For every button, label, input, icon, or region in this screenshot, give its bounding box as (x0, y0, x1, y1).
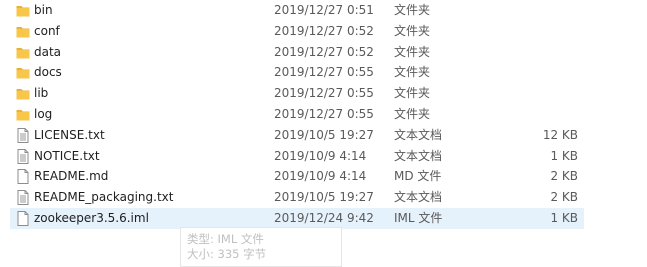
folder-icon (16, 86, 30, 101)
tooltip-type: 类型: IML 文件 (187, 232, 264, 246)
file-modified-date: 2019/10/5 19:27 (274, 127, 374, 142)
file-modified-date: 2019/12/27 0:55 (274, 65, 374, 80)
file-type: 文本文档 (394, 190, 443, 205)
file-name: README_packaging.txt (34, 190, 174, 205)
file-type: 文件夹 (394, 107, 431, 121)
text-document-icon (16, 148, 30, 164)
file-row[interactable]: README_packaging.txt 2019/10/5 19:27 文本文档 2… (10, 187, 584, 208)
file-name: NOTICE.txt (34, 148, 100, 163)
file-name: log (34, 107, 53, 121)
file-row[interactable]: README.md 2019/10/9 4:14 MD 文件 2 KB (10, 166, 584, 187)
file-type: 文件夹 (394, 3, 431, 17)
file-name: README.md (34, 169, 109, 184)
file-row[interactable]: LICENSE.txt 2019/10/5 19:27 文本文档 12 KB (10, 125, 584, 146)
file-icon (16, 211, 30, 226)
file-name: conf (34, 23, 60, 38)
file-size: 2 KB (550, 169, 578, 184)
file-name: zookeeper3.5.6.iml (34, 211, 149, 225)
file-row[interactable]: log 2019/12/27 0:55 文件夹 (10, 104, 584, 125)
folder-icon (16, 65, 30, 80)
file-type: MD 文件 (394, 169, 442, 184)
file-type: 文件夹 (394, 86, 431, 101)
file-row[interactable]: data 2019/12/27 0:52 文件夹 (10, 42, 584, 63)
file-modified-date: 2019/12/27 0:55 (274, 86, 374, 101)
file-name: docs (34, 65, 62, 80)
tooltip-size: 大小: 335 字节 (187, 247, 267, 261)
file-tooltip: 类型: IML 文件 大小: 335 字节 (180, 227, 342, 267)
file-row[interactable]: NOTICE.txt 2019/10/9 4:14 文本文档 1 KB (10, 146, 584, 167)
text-document-icon (16, 190, 30, 206)
file-row[interactable]: docs 2019/12/27 0:55 文件夹 (10, 62, 584, 83)
file-row[interactable]: zookeeper3.5.6.iml 2019/12/24 9:42 IML 文件 1… (10, 208, 584, 229)
file-row[interactable]: lib 2019/12/27 0:55 文件夹 (10, 83, 584, 104)
file-modified-date: 2019/10/5 19:27 (274, 190, 374, 205)
file-modified-date: 2019/12/27 0:55 (274, 107, 374, 121)
file-modified-date: 2019/12/27 0:52 (274, 44, 374, 59)
folder-icon (16, 45, 30, 60)
folder-icon (16, 3, 30, 18)
folder-icon (16, 107, 30, 122)
file-type: 文本文档 (394, 127, 443, 142)
file-modified-date: 2019/12/24 9:42 (274, 211, 374, 225)
file-name: lib (34, 86, 49, 101)
file-type: 文本文档 (394, 148, 443, 163)
file-modified-date: 2019/12/27 0:52 (274, 23, 374, 38)
file-modified-date: 2019/10/9 4:14 (274, 148, 367, 163)
file-size: 12 KB (542, 127, 578, 142)
file-name: data (34, 44, 62, 59)
folder-icon (16, 24, 30, 39)
file-type: 文件夹 (394, 23, 431, 38)
file-name: LICENSE.txt (34, 127, 105, 142)
file-icon (16, 169, 30, 185)
file-type: IML 文件 (394, 211, 443, 225)
file-row[interactable]: conf 2019/12/27 0:52 文件夹 (10, 21, 584, 42)
file-row[interactable]: bin 2019/12/27 0:51 文件夹 (10, 0, 584, 21)
file-size: 1 KB (550, 211, 578, 225)
file-modified-date: 2019/10/9 4:14 (274, 169, 367, 184)
file-size: 1 KB (550, 148, 578, 163)
file-size: 2 KB (550, 190, 578, 205)
text-document-icon (16, 127, 30, 143)
file-name: bin (34, 3, 53, 17)
file-type: 文件夹 (394, 65, 431, 80)
file-modified-date: 2019/12/27 0:51 (274, 3, 374, 17)
file-type: 文件夹 (394, 44, 431, 59)
